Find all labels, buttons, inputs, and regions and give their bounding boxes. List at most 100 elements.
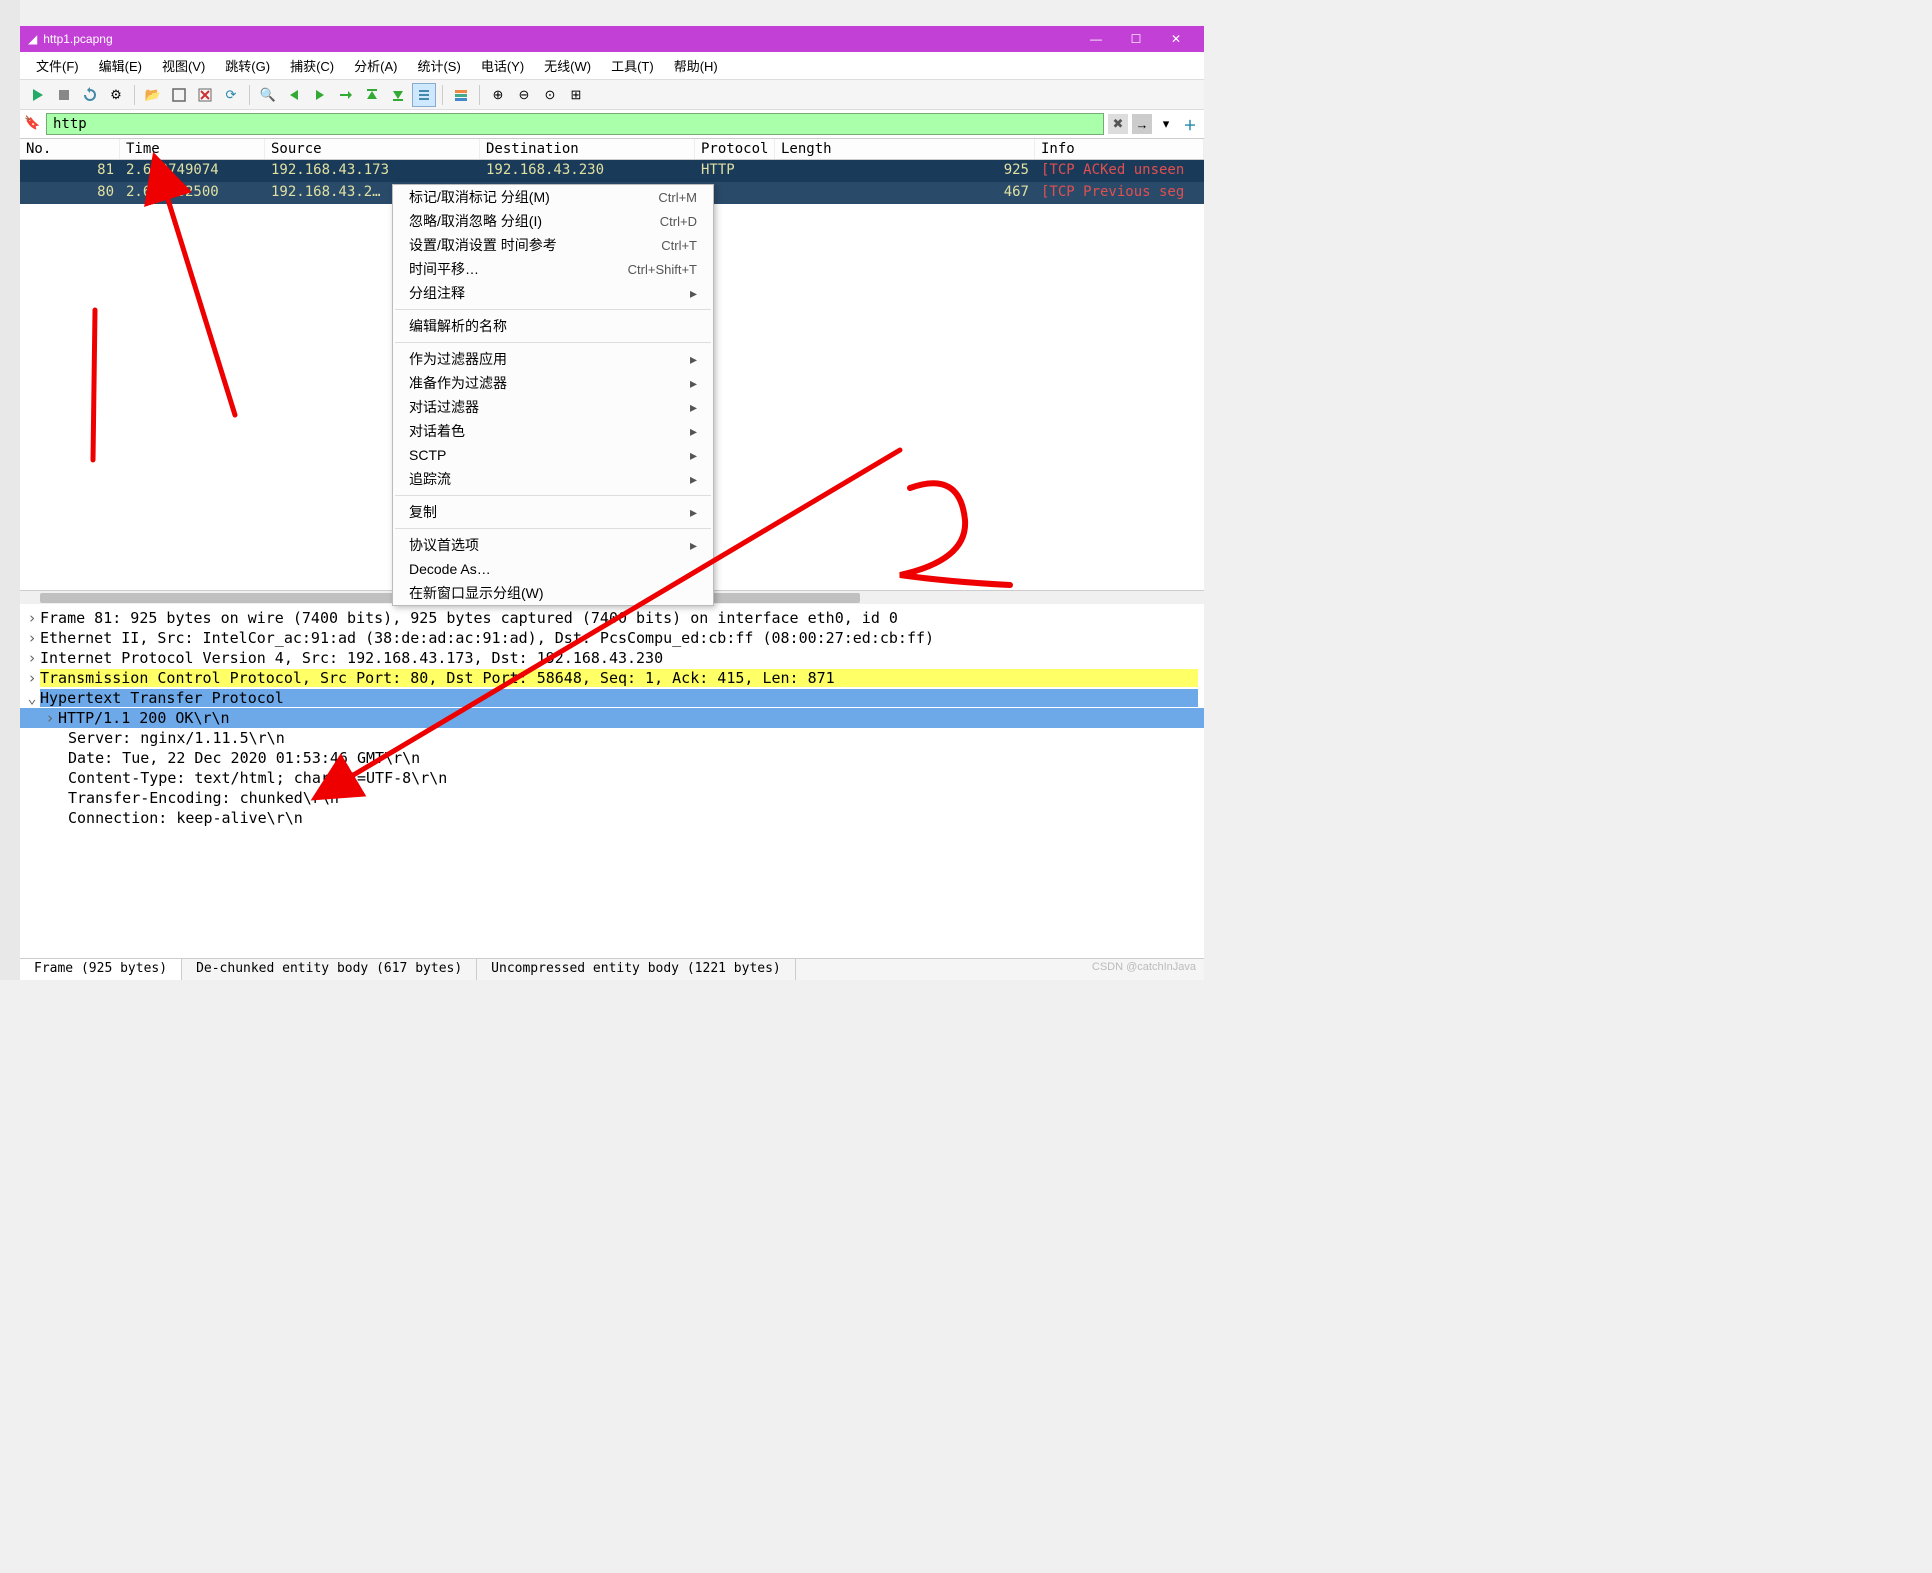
ctx-mark-packet[interactable]: 标记/取消标记 分组(M)Ctrl+M bbox=[393, 185, 713, 209]
col-no[interactable]: No. bbox=[20, 139, 120, 159]
display-filter-bar: 🔖 ✖ → ▾ ＋ bbox=[20, 110, 1204, 138]
bytes-tabs: Frame (925 bytes) De-chunked entity body… bbox=[20, 958, 1204, 980]
detail-ethernet[interactable]: ›Ethernet II, Src: IntelCor_ac:91:ad (38… bbox=[20, 628, 1204, 648]
expand-icon[interactable]: › bbox=[42, 709, 58, 727]
packet-row[interactable]: 81 2.670749074 192.168.43.173 192.168.43… bbox=[20, 160, 1204, 182]
filter-history-dropdown[interactable]: ▾ bbox=[1156, 114, 1176, 134]
detail-tcp[interactable]: ›Transmission Control Protocol, Src Port… bbox=[20, 668, 1204, 688]
cell-no: 81 bbox=[20, 160, 120, 182]
apply-filter-button[interactable]: → bbox=[1132, 114, 1152, 134]
find-packet-button[interactable]: 🔍 bbox=[256, 83, 280, 107]
collapse-icon[interactable]: ⌄ bbox=[24, 689, 40, 707]
zoom-reset-button[interactable]: ⊙ bbox=[538, 83, 562, 107]
cell-time: 2.670749074 bbox=[120, 160, 265, 182]
watermark-text: CSDN @catchInJava bbox=[1084, 959, 1204, 980]
menu-statistics[interactable]: 统计(S) bbox=[407, 52, 470, 79]
open-file-button[interactable]: 📂 bbox=[141, 83, 165, 107]
restart-capture-button[interactable] bbox=[78, 83, 102, 107]
start-capture-button[interactable] bbox=[26, 83, 50, 107]
col-source[interactable]: Source bbox=[265, 139, 480, 159]
ctx-conversation-filter[interactable]: 对话过滤器▸ bbox=[393, 395, 713, 419]
menu-file[interactable]: 文件(F) bbox=[26, 52, 89, 79]
goto-packet-button[interactable] bbox=[334, 83, 358, 107]
cell-len: 467 bbox=[775, 182, 1035, 204]
tab-dechunked[interactable]: De-chunked entity body (617 bytes) bbox=[182, 959, 477, 980]
stop-capture-button[interactable] bbox=[52, 83, 76, 107]
close-button[interactable]: ✕ bbox=[1156, 32, 1196, 46]
cell-len: 925 bbox=[775, 160, 1035, 182]
save-file-button[interactable] bbox=[167, 83, 191, 107]
close-file-button[interactable] bbox=[193, 83, 217, 107]
filter-bookmark-icon[interactable]: 🔖 bbox=[24, 115, 42, 133]
colorize-button[interactable] bbox=[449, 83, 473, 107]
ctx-sctp[interactable]: SCTP▸ bbox=[393, 443, 713, 467]
ctx-time-ref[interactable]: 设置/取消设置 时间参考Ctrl+T bbox=[393, 233, 713, 257]
menu-edit[interactable]: 编辑(E) bbox=[89, 52, 152, 79]
ctx-copy[interactable]: 复制▸ bbox=[393, 500, 713, 524]
cell-no: 80 bbox=[20, 182, 120, 204]
app-icon: ◢ bbox=[28, 32, 37, 46]
menu-wireless[interactable]: 无线(W) bbox=[534, 52, 601, 79]
expand-icon[interactable]: › bbox=[24, 669, 40, 687]
tab-uncompressed[interactable]: Uncompressed entity body (1221 bytes) bbox=[477, 959, 796, 980]
zoom-in-button[interactable]: ⊕ bbox=[486, 83, 510, 107]
menu-analyze[interactable]: 分析(A) bbox=[344, 52, 407, 79]
ctx-apply-as-filter[interactable]: 作为过滤器应用▸ bbox=[393, 347, 713, 371]
ctx-time-shift[interactable]: 时间平移…Ctrl+Shift+T bbox=[393, 257, 713, 281]
col-length[interactable]: Length bbox=[775, 139, 1035, 159]
menu-tools[interactable]: 工具(T) bbox=[601, 52, 664, 79]
goto-first-button[interactable] bbox=[360, 83, 384, 107]
go-back-button[interactable] bbox=[282, 83, 306, 107]
go-forward-button[interactable] bbox=[308, 83, 332, 107]
detail-http-header[interactable]: Date: Tue, 22 Dec 2020 01:53:46 GMT\r\n bbox=[20, 748, 1204, 768]
ctx-follow-stream[interactable]: 追踪流▸ bbox=[393, 467, 713, 491]
detail-http-status[interactable]: ›HTTP/1.1 200 OK\r\n bbox=[20, 708, 1204, 728]
col-destination[interactable]: Destination bbox=[480, 139, 695, 159]
packet-list-header: No. Time Source Destination Protocol Len… bbox=[20, 138, 1204, 160]
expand-icon[interactable]: › bbox=[24, 629, 40, 647]
ctx-show-in-new-window[interactable]: 在新窗口显示分组(W) bbox=[393, 581, 713, 605]
minimize-button[interactable]: — bbox=[1076, 32, 1116, 46]
detail-http-header[interactable]: Server: nginx/1.11.5\r\n bbox=[20, 728, 1204, 748]
tab-frame[interactable]: Frame (925 bytes) bbox=[20, 959, 182, 980]
ctx-packet-comment[interactable]: 分组注释▸ bbox=[393, 281, 713, 305]
goto-last-button[interactable] bbox=[386, 83, 410, 107]
detail-http-header[interactable]: Transfer-Encoding: chunked\r\n bbox=[20, 788, 1204, 808]
detail-http[interactable]: ⌄Hypertext Transfer Protocol bbox=[20, 688, 1204, 708]
display-filter-input[interactable] bbox=[46, 113, 1104, 135]
detail-http-header[interactable]: Connection: keep-alive\r\n bbox=[20, 808, 1204, 828]
ctx-colorize-conversation[interactable]: 对话着色▸ bbox=[393, 419, 713, 443]
window-title: http1.pcapng bbox=[43, 32, 112, 46]
detail-frame[interactable]: ›Frame 81: 925 bytes on wire (7400 bits)… bbox=[20, 608, 1204, 628]
ctx-protocol-prefs[interactable]: 协议首选项▸ bbox=[393, 533, 713, 557]
detail-http-header[interactable]: Content-Type: text/html; charset=UTF-8\r… bbox=[20, 768, 1204, 788]
autoscroll-button[interactable] bbox=[412, 83, 436, 107]
col-info[interactable]: Info bbox=[1035, 139, 1204, 159]
add-filter-button[interactable]: ＋ bbox=[1180, 114, 1200, 134]
ctx-edit-resolved-name[interactable]: 编辑解析的名称 bbox=[393, 314, 713, 338]
ctx-prepare-as-filter[interactable]: 准备作为过滤器▸ bbox=[393, 371, 713, 395]
zoom-out-button[interactable]: ⊖ bbox=[512, 83, 536, 107]
resize-columns-button[interactable]: ⊞ bbox=[564, 83, 588, 107]
cell-time: 2.631332500 bbox=[120, 182, 265, 204]
cell-info: [TCP Previous seg bbox=[1035, 182, 1204, 204]
context-menu: 标记/取消标记 分组(M)Ctrl+M 忽略/取消忽略 分组(I)Ctrl+D … bbox=[392, 184, 714, 606]
detail-ip[interactable]: ›Internet Protocol Version 4, Src: 192.1… bbox=[20, 648, 1204, 668]
capture-options-button[interactable]: ⚙ bbox=[104, 83, 128, 107]
ctx-ignore-packet[interactable]: 忽略/取消忽略 分组(I)Ctrl+D bbox=[393, 209, 713, 233]
reload-button[interactable]: ⟳ bbox=[219, 83, 243, 107]
menu-capture[interactable]: 捕获(C) bbox=[280, 52, 344, 79]
expand-icon[interactable]: › bbox=[24, 649, 40, 667]
ctx-decode-as[interactable]: Decode As… bbox=[393, 557, 713, 581]
clear-filter-button[interactable]: ✖ bbox=[1108, 114, 1128, 134]
menu-view[interactable]: 视图(V) bbox=[152, 52, 215, 79]
col-time[interactable]: Time bbox=[120, 139, 265, 159]
cell-proto: HTTP bbox=[695, 160, 775, 182]
menu-telephony[interactable]: 电话(Y) bbox=[471, 52, 534, 79]
packet-details-pane[interactable]: ›Frame 81: 925 bytes on wire (7400 bits)… bbox=[20, 604, 1204, 958]
menu-go[interactable]: 跳转(G) bbox=[215, 52, 280, 79]
col-protocol[interactable]: Protocol bbox=[695, 139, 775, 159]
expand-icon[interactable]: › bbox=[24, 609, 40, 627]
maximize-button[interactable]: ☐ bbox=[1116, 32, 1156, 46]
menu-help[interactable]: 帮助(H) bbox=[664, 52, 728, 79]
